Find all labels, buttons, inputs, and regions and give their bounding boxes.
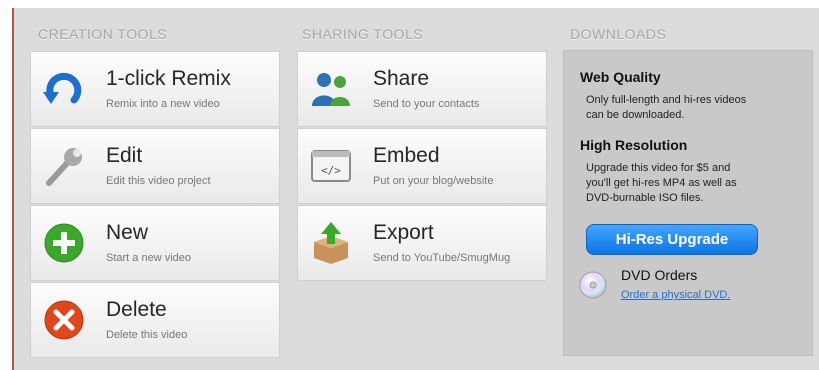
share-subtitle: Send to your contacts [373, 98, 480, 110]
export-title: Export [373, 221, 434, 244]
edit-button[interactable]: Edit Edit this video project [30, 128, 280, 204]
share-button[interactable]: Share Send to your contacts [297, 51, 547, 127]
plus-circle-icon [41, 220, 87, 266]
creation-tools-title: CREATION TOOLS [38, 26, 168, 42]
dvd-disc-icon [579, 271, 607, 299]
sharing-tools-title: SHARING TOOLS [302, 26, 424, 42]
high-resolution-heading: High Resolution [580, 137, 688, 153]
wrench-icon [41, 143, 87, 189]
web-quality-line-1: Only full-length and hi-res videos [586, 94, 747, 106]
high-resolution-line-3: DVD-burnable ISO files. [586, 192, 704, 204]
remix-button[interactable]: 1-click Remix Remix into a new video [30, 51, 280, 127]
hi-res-upgrade-button[interactable]: Hi-Res Upgrade [586, 224, 758, 255]
downloads-title: DOWNLOADS [570, 26, 667, 42]
delete-subtitle: Delete this video [106, 329, 188, 341]
x-circle-icon [41, 297, 87, 343]
edit-subtitle: Edit this video project [106, 175, 211, 187]
new-title: New [106, 221, 149, 244]
edit-title: Edit [106, 144, 143, 167]
web-quality-heading: Web Quality [580, 69, 661, 85]
high-resolution-line-2: you'll get hi-res MP4 as well as [586, 177, 737, 189]
code-embed-icon: </> [308, 143, 354, 189]
embed-button[interactable]: </> Embed Put on your blog/website [297, 128, 547, 204]
downloads-panel: Web Quality Only full-length and hi-res … [563, 50, 813, 356]
dvd-orders-title: DVD Orders [621, 267, 698, 283]
share-title: Share [373, 67, 430, 90]
embed-title: Embed [373, 144, 440, 167]
remix-arrow-icon [41, 66, 87, 112]
new-button[interactable]: New Start a new video [30, 205, 280, 281]
people-icon [308, 66, 354, 112]
remix-title: 1-click Remix [106, 67, 231, 90]
box-upload-icon [308, 220, 354, 266]
new-subtitle: Start a new video [106, 252, 191, 264]
delete-title: Delete [106, 298, 167, 321]
remix-subtitle: Remix into a new video [106, 98, 220, 110]
embed-subtitle: Put on your blog/website [373, 175, 494, 187]
web-quality-line-2: can be downloaded. [586, 109, 685, 121]
svg-text:</>: </> [321, 164, 341, 177]
export-button[interactable]: Export Send to YouTube/SmugMug [297, 205, 547, 281]
high-resolution-line-1: Upgrade this video for $5 and [586, 162, 731, 174]
delete-button[interactable]: Delete Delete this video [30, 282, 280, 358]
order-dvd-link[interactable]: Order a physical DVD. [621, 289, 730, 301]
export-subtitle: Send to YouTube/SmugMug [373, 252, 511, 264]
